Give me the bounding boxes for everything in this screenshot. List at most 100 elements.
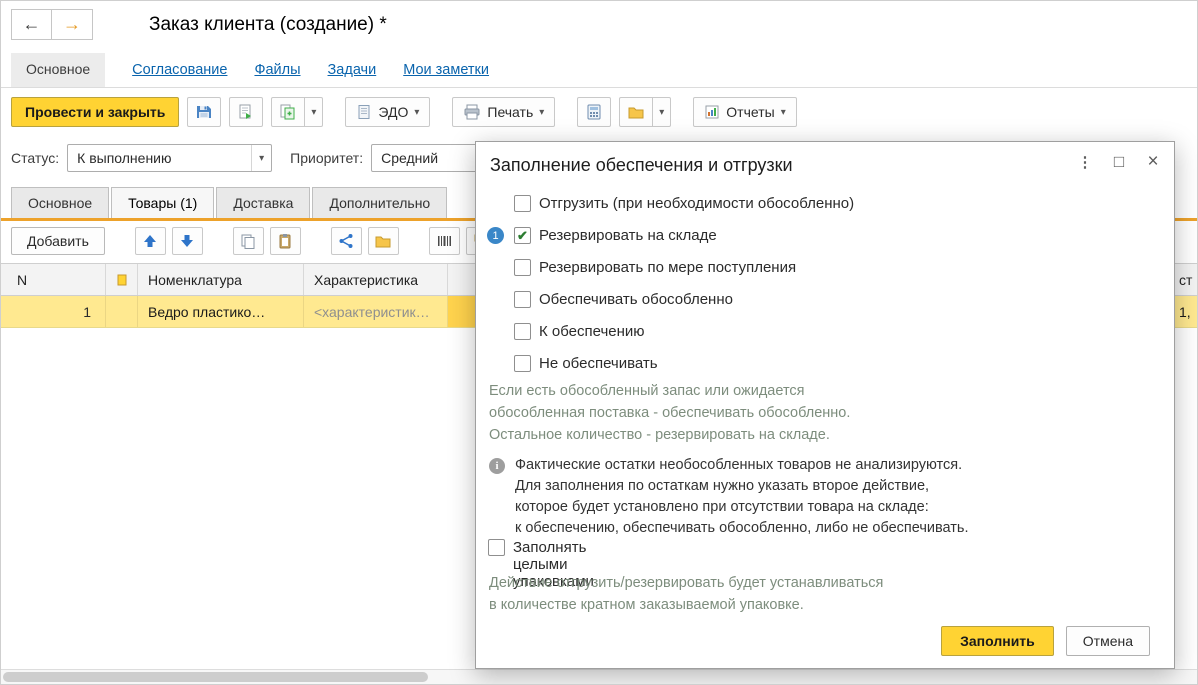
calculator-button[interactable] xyxy=(577,97,611,127)
checkbox-reserve-warehouse[interactable]: ✔ xyxy=(514,227,531,244)
hint-line: Если есть обособленный запас или ожидает… xyxy=(489,380,850,402)
tab-delivery[interactable]: Доставка xyxy=(216,187,310,218)
status-dropdown-button[interactable]: ▾ xyxy=(251,145,271,171)
create-based-on-dropdown[interactable]: ▾ xyxy=(305,97,323,127)
post-document-button[interactable] xyxy=(229,97,263,127)
cell-characteristic[interactable]: <характеристик… xyxy=(304,296,448,327)
hint-line: Действие отгрузить/резервировать будет у… xyxy=(489,572,883,594)
more-icon[interactable]: ⋮ xyxy=(1074,151,1096,173)
edo-icon xyxy=(356,104,372,120)
chevron-down-icon: ▾ xyxy=(259,153,264,164)
hint-line: Остальное количество - резервировать на … xyxy=(489,424,850,446)
edo-button[interactable]: ЭДО ▾ xyxy=(345,97,430,127)
copy-icon xyxy=(240,233,256,249)
option-reserve-warehouse-label: Резервировать на складе xyxy=(539,227,717,244)
nav-tab-main[interactable]: Основное xyxy=(11,53,105,87)
create-based-on-group: ▾ xyxy=(271,97,323,127)
chevron-down-icon: ▾ xyxy=(311,107,316,118)
option-reserve-incoming-label: Резервировать по мере поступления xyxy=(539,259,796,276)
tab-main-section[interactable]: Основное xyxy=(11,187,109,218)
chevron-down-icon: ▾ xyxy=(781,107,786,118)
forward-button[interactable]: → xyxy=(52,9,93,40)
copy-row-button[interactable] xyxy=(233,227,264,255)
attached-files-dropdown[interactable]: ▾ xyxy=(653,97,671,127)
attached-files-button[interactable] xyxy=(619,97,653,127)
nav-tab-files[interactable]: Файлы xyxy=(254,62,300,78)
checkbox-whole-packs[interactable] xyxy=(488,539,505,556)
column-header-n[interactable]: N xyxy=(1,264,106,295)
info-line: Фактические остатки необособленных товар… xyxy=(515,455,969,476)
folder-icon xyxy=(374,233,392,249)
nav-tab-notes[interactable]: Мои заметки xyxy=(403,62,489,78)
status-label: Статус: xyxy=(11,150,59,166)
checkbox-no-provision[interactable] xyxy=(514,355,531,372)
print-button[interactable]: Печать ▾ xyxy=(452,97,555,127)
forward-arrow-icon: → xyxy=(63,14,81,35)
maximize-icon[interactable]: □ xyxy=(1108,151,1130,173)
marker-column-icon xyxy=(116,274,128,286)
status-select[interactable]: К выполнению ▾ xyxy=(67,144,272,172)
barcode-icon xyxy=(436,233,452,249)
command-toolbar: Провести и закрыть ▾ ЭДО ▾ Печать ▾ xyxy=(11,97,797,127)
tab-additional[interactable]: Дополнительно xyxy=(312,187,447,218)
share-structure-button[interactable] xyxy=(331,227,362,255)
barcode-button[interactable] xyxy=(429,227,460,255)
arrow-up-icon xyxy=(143,234,157,248)
checkbox-reserve-incoming[interactable] xyxy=(514,259,531,276)
chevron-down-icon: ▾ xyxy=(659,107,664,118)
form-nav-tabs: Основное Согласование Файлы Задачи Мои з… xyxy=(11,53,489,87)
reports-label: Отчеты xyxy=(726,104,774,120)
edo-label: ЭДО xyxy=(378,104,408,120)
info-line: к обеспечению, обеспечивать обособленно,… xyxy=(515,518,969,539)
tab-goods[interactable]: Товары (1) xyxy=(111,187,214,218)
move-down-button[interactable] xyxy=(172,227,203,255)
column-header-fragment: ст xyxy=(1179,264,1192,295)
checkbox-ship[interactable] xyxy=(514,195,531,212)
post-and-close-button[interactable]: Провести и закрыть xyxy=(11,97,179,127)
column-header-marker[interactable] xyxy=(106,264,138,295)
column-header-nomenclature[interactable]: Номенклатура xyxy=(138,264,304,295)
calculator-icon xyxy=(586,104,602,120)
add-row-button[interactable]: Добавить xyxy=(11,227,105,255)
nav-tab-approval[interactable]: Согласование xyxy=(132,62,227,78)
info-block: i Фактические остатки необособленных тов… xyxy=(489,455,969,539)
cancel-button[interactable]: Отмена xyxy=(1066,626,1150,656)
history-nav: ← → xyxy=(11,9,93,40)
cell-nomenclature[interactable]: Ведро пластико… xyxy=(138,296,304,327)
cell-row-number[interactable]: 1 xyxy=(1,296,106,327)
close-icon[interactable]: × xyxy=(1142,151,1164,173)
checkbox-provide-separately[interactable] xyxy=(514,291,531,308)
option-provide-separately-label: Обеспечивать обособленно xyxy=(539,291,733,308)
checkbox-to-provision[interactable] xyxy=(514,323,531,340)
folder-icon xyxy=(627,104,645,120)
scrollbar-thumb[interactable] xyxy=(3,672,428,682)
print-label: Печать xyxy=(487,104,533,120)
move-up-button[interactable] xyxy=(135,227,166,255)
fill-button[interactable]: Заполнить xyxy=(941,626,1054,656)
grid-toolbar: Добавить xyxy=(11,227,497,255)
paste-row-button[interactable] xyxy=(270,227,301,255)
nav-tab-tasks[interactable]: Задачи xyxy=(328,62,377,78)
option-reserve-warehouse: 1 ✔ Резервировать на складе xyxy=(476,220,1174,252)
cell-right-fragment: 1, xyxy=(1179,296,1191,327)
back-button[interactable]: ← xyxy=(11,9,52,40)
fill-provision-dialog: Заполнение обеспечения и отгрузки ⋮ □ × … xyxy=(475,141,1175,669)
status-value: К выполнению xyxy=(68,150,251,166)
chevron-down-icon: ▾ xyxy=(414,107,419,118)
option-reserve-incoming: Резервировать по мере поступления xyxy=(476,252,1174,284)
horizontal-scrollbar[interactable] xyxy=(1,669,1197,684)
reports-button[interactable]: Отчеты ▾ xyxy=(693,97,796,127)
open-folder-button[interactable] xyxy=(368,227,399,255)
app-window: ← → Заказ клиента (создание) * Основное … xyxy=(0,0,1198,685)
option-ship-label: Отгрузить (при необходимости обособленно… xyxy=(539,195,854,212)
option-to-provision-label: К обеспечению xyxy=(539,323,645,340)
save-button[interactable] xyxy=(187,97,221,127)
cell-focused-fragment[interactable] xyxy=(448,296,475,327)
header-separator xyxy=(1,87,1197,88)
option-no-provision-label: Не обеспечивать xyxy=(539,355,658,372)
dialog-buttons: Заполнить Отмена xyxy=(941,626,1150,656)
cell-marker[interactable] xyxy=(106,296,138,327)
column-header-characteristic[interactable]: Характеристика xyxy=(304,264,448,295)
status-row: Статус: К выполнению ▾ Приоритет: Средни… xyxy=(11,144,531,172)
create-based-on-button[interactable] xyxy=(271,97,305,127)
